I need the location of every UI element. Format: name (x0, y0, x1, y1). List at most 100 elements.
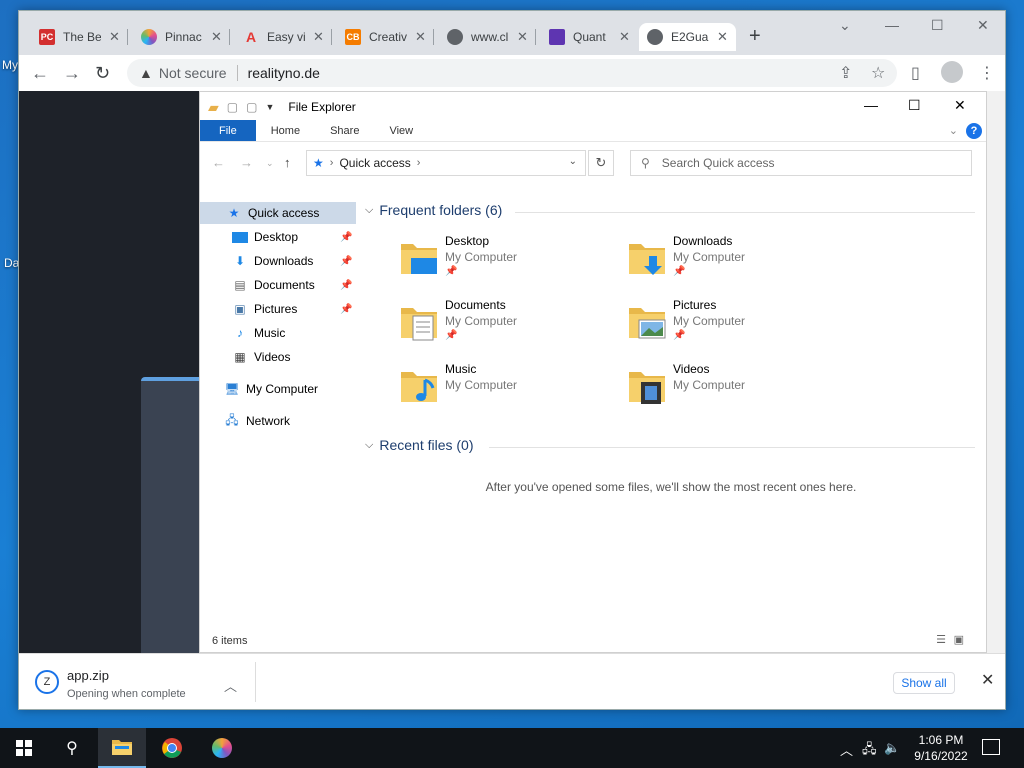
back-icon[interactable]: ← (31, 63, 49, 84)
chevron-up-icon[interactable]: ︿ (224, 676, 237, 695)
close-tab-icon[interactable]: ✕ (313, 29, 324, 45)
forward-icon[interactable]: → (63, 63, 81, 84)
clock[interactable]: 1:06 PM 9/16/2022 (906, 732, 976, 764)
address-field[interactable]: ★ › Quick access › ⌄ (306, 150, 586, 176)
show-hidden-icons-icon[interactable]: ︿ (840, 740, 853, 759)
nav-item-network[interactable]: 🖧 Network (224, 410, 290, 432)
nav-item-downloads[interactable]: ⬇ Downloads (232, 250, 313, 272)
forward-icon[interactable]: → (240, 155, 253, 170)
address-dropdown-icon[interactable]: ⌄ (569, 156, 577, 167)
security-label[interactable]: Not secure (159, 65, 227, 81)
nav-item-documents[interactable]: ▤ Documents (232, 274, 314, 296)
nav-item-videos[interactable]: ▦ Videos (232, 346, 290, 368)
close-tab-icon[interactable]: ✕ (415, 29, 426, 45)
help-icon[interactable]: ? (966, 123, 982, 139)
bookmark-star-icon[interactable]: ☆ (871, 63, 885, 83)
close-icon[interactable]: ✕ (981, 670, 994, 690)
close-icon[interactable]: ✕ (954, 97, 966, 114)
pin-icon[interactable]: 📌 (340, 256, 352, 267)
close-window-icon[interactable]: ✕ (977, 17, 989, 34)
start-button[interactable] (0, 728, 48, 768)
browser-tab[interactable]: CB Creativ ✕ (337, 23, 434, 51)
tab-home[interactable]: Home (256, 120, 315, 141)
share-icon[interactable]: ⇪ (839, 63, 852, 83)
collapse-icon[interactable]: ⌵ (365, 439, 373, 452)
zip-file-icon[interactable]: Z (35, 670, 59, 694)
tab-file[interactable]: File (200, 120, 256, 141)
back-icon[interactable]: ← (212, 155, 225, 170)
tab-search-icon[interactable]: ⌄ (839, 17, 851, 34)
refresh-icon[interactable]: ↻ (588, 150, 614, 176)
folder-tile-desktop[interactable]: Desktop My Computer 📌 (399, 234, 619, 294)
new-tab-icon[interactable]: + (749, 25, 761, 48)
nav-item-my-computer[interactable]: 🖥 My Computer (224, 378, 318, 400)
taskbar-chrome[interactable] (148, 728, 196, 768)
warning-icon[interactable]: ▲ (139, 65, 153, 81)
browser-tab[interactable]: PC The Be ✕ (31, 23, 128, 51)
reload-icon[interactable]: ↻ (95, 63, 110, 84)
folder-tile-videos[interactable]: Videos My Computer (627, 362, 847, 422)
address-text[interactable]: Quick access (339, 156, 410, 170)
close-tab-icon[interactable]: ✕ (517, 29, 528, 45)
show-all-button[interactable]: Show all (893, 672, 955, 694)
profile-avatar[interactable] (941, 61, 963, 83)
details-view-icon[interactable]: ☰ (936, 633, 946, 646)
pinnacle-icon (212, 738, 232, 758)
collapse-icon[interactable]: ⌵ (365, 204, 373, 217)
folder-tile-pictures[interactable]: Pictures My Computer 📌 (627, 298, 847, 358)
new-folder-icon[interactable]: ▢ (246, 100, 257, 114)
browser-tab[interactable]: Quant ✕ (541, 23, 638, 51)
side-panel-icon[interactable]: ▯ (911, 63, 920, 83)
pin-icon: 📌 (673, 330, 686, 341)
folder-tile-music[interactable]: Music My Computer (399, 362, 619, 422)
browser-tab[interactable]: Pinnac ✕ (133, 23, 230, 51)
search-placeholder: Search Quick access (661, 156, 775, 170)
pin-icon[interactable]: 📌 (340, 304, 352, 315)
close-tab-icon[interactable]: ✕ (619, 29, 630, 45)
minimize-icon[interactable]: — (864, 97, 878, 113)
taskbar-file-explorer[interactable] (98, 728, 146, 768)
videos-icon: ▦ (234, 350, 246, 364)
customize-dropdown-icon[interactable]: ▼ (265, 102, 274, 112)
pin-icon: 📌 (673, 266, 686, 277)
close-tab-icon[interactable]: ✕ (109, 29, 120, 45)
nav-item-quick-access[interactable]: ★ Quick access (200, 202, 356, 224)
nav-item-pictures[interactable]: ▣ Pictures (232, 298, 297, 320)
tab-view[interactable]: View (374, 120, 428, 141)
large-icons-view-icon[interactable]: ▣ (954, 633, 964, 646)
minimize-icon[interactable]: — (885, 17, 899, 33)
notifications-icon[interactable] (982, 739, 1000, 755)
maximize-icon[interactable]: ☐ (931, 17, 944, 34)
volume-icon[interactable]: 🔈 (884, 740, 900, 756)
documents-icon: ▤ (234, 278, 246, 292)
recent-locations-icon[interactable]: ⌄ (266, 158, 274, 169)
expand-ribbon-icon[interactable]: ⌄ (949, 124, 958, 137)
desktop-icon-label[interactable]: My (2, 58, 18, 72)
up-icon[interactable]: ↑ (284, 155, 291, 170)
properties-icon[interactable]: ▢ (227, 100, 238, 114)
tab-share[interactable]: Share (315, 120, 374, 141)
page-scrollbar[interactable] (987, 91, 1005, 653)
close-tab-icon[interactable]: ✕ (211, 29, 222, 45)
maximize-icon[interactable]: ☐ (908, 97, 921, 114)
browser-tab[interactable]: www.cl ✕ (439, 23, 536, 51)
search-input[interactable]: ⚲ Search Quick access (630, 150, 972, 176)
recent-files-header[interactable]: ⌵ Recent files (0) (365, 437, 474, 453)
network-icon[interactable]: 🖧 (862, 740, 877, 762)
menu-icon[interactable]: ⋮ (979, 63, 995, 83)
pin-icon[interactable]: 📌 (340, 280, 352, 291)
address-bar[interactable]: ▲ Not secure realityno.de (127, 59, 897, 87)
download-filename[interactable]: app.zip (67, 668, 109, 683)
taskbar-pinnacle[interactable] (198, 728, 246, 768)
close-tab-icon[interactable]: ✕ (717, 29, 728, 45)
search-button[interactable]: ⚲ (48, 728, 96, 768)
pin-icon[interactable]: 📌 (340, 232, 352, 243)
browser-tab[interactable]: A Easy vi ✕ (235, 23, 332, 51)
browser-tab-active[interactable]: E2Gua ✕ (639, 23, 736, 51)
nav-item-music[interactable]: ♪ Music (232, 322, 285, 344)
folder-tile-documents[interactable]: Documents My Computer 📌 (399, 298, 619, 358)
nav-item-desktop[interactable]: Desktop (232, 226, 298, 248)
url-text[interactable]: realityno.de (248, 65, 320, 81)
frequent-folders-header[interactable]: ⌵ Frequent folders (6) (365, 202, 502, 218)
folder-tile-downloads[interactable]: Downloads My Computer 📌 (627, 234, 847, 294)
